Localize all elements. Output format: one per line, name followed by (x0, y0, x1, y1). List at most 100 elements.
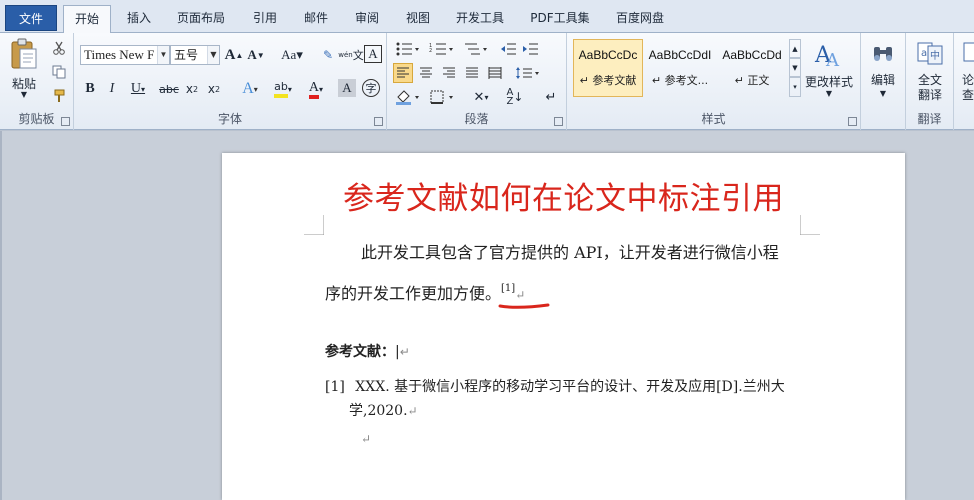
clipboard-group: 粘贴 ▼ 剪贴板 (0, 33, 74, 130)
tab-review[interactable]: 审阅 (345, 5, 389, 33)
distributed-icon[interactable] (485, 63, 505, 83)
tab-home[interactable]: 开始 (63, 5, 111, 34)
tab-view[interactable]: 视图 (396, 5, 440, 33)
align-left-icon[interactable] (393, 63, 413, 83)
cut-icon[interactable] (50, 39, 68, 57)
style-name: ↵ 参考文献 (579, 74, 637, 87)
increase-indent-icon[interactable] (521, 39, 541, 59)
translate-icon[interactable]: a中 (914, 39, 946, 67)
style-sample: AaBbCcDc (578, 48, 638, 62)
paragraph-group-label: 段落 (464, 112, 489, 126)
tab-insert[interactable]: 插入 (117, 5, 161, 33)
align-right-icon[interactable] (439, 63, 459, 83)
tab-file[interactable]: 文件 (5, 5, 57, 31)
format-painter-icon[interactable] (50, 87, 68, 105)
paragraph-mark-icon: ↵ (407, 404, 418, 418)
svg-text:中: 中 (930, 49, 940, 62)
tab-page-layout[interactable]: 页面布局 (170, 5, 232, 33)
strikethrough-icon[interactable]: abc (158, 79, 180, 99)
shrink-font-icon[interactable]: A ▼ (246, 45, 266, 65)
tab-references[interactable]: 引用 (243, 5, 287, 33)
show-formatting-marks-icon[interactable]: ↵ (541, 87, 561, 107)
font-color-icon[interactable]: A ▾ (302, 79, 330, 99)
body-paragraph-line2: 序的开发工作更加方便。[1]↵ (325, 271, 525, 313)
italic-icon[interactable]: I (102, 79, 122, 99)
paragraph-group: 12 ✕ ▾ A Z ↓ ↵ 段落 (387, 33, 567, 130)
grow-font-icon[interactable]: A ▲ (224, 45, 244, 65)
style-normal[interactable]: AaBbCcDd ↵ 正文 (717, 39, 787, 97)
paper-check-icon[interactable] (960, 39, 974, 67)
text-effects-icon[interactable]: A ▾ (236, 79, 264, 99)
bold-icon[interactable]: B (80, 79, 100, 99)
decrease-indent-icon[interactable] (499, 39, 519, 59)
paste-dropdown-icon[interactable]: ▼ (18, 90, 30, 99)
style-name: ↵ 参考文... (651, 74, 709, 87)
font-name-combo[interactable]: Times New F ▼ (80, 45, 170, 65)
edit-button[interactable]: 编辑 (865, 71, 901, 88)
style-sample: AaBbCcDd (722, 48, 782, 62)
change-case-icon[interactable]: Aa▾ (278, 45, 306, 65)
character-shading-icon[interactable]: A (338, 79, 356, 97)
full-translate-button-line2[interactable]: 翻译 (910, 86, 950, 103)
align-center-icon[interactable] (416, 63, 436, 83)
paste-icon[interactable] (6, 37, 42, 71)
styles-group: AaBbCcDc ↵ 参考文献 AaBbCcDdI ↵ 参考文... AaBbC… (567, 33, 861, 130)
highlight-icon[interactable]: ab ▾ (268, 79, 298, 99)
styles-launcher-icon[interactable] (848, 117, 857, 126)
document-page[interactable]: 参考文献如何在论文中标注引用 此开发工具包含了官方提供的 API，让开发者进行微… (222, 153, 905, 500)
change-styles-icon[interactable]: AA (813, 37, 845, 71)
translate-group-label: 翻译 (917, 112, 942, 126)
tab-mailings[interactable]: 邮件 (294, 5, 338, 33)
phonetic-guide-icon[interactable]: wén 文 (338, 45, 363, 65)
clear-formatting-icon[interactable]: ✎ (318, 45, 338, 65)
change-styles-button[interactable]: 更改样式 (803, 73, 855, 90)
borders-icon[interactable] (427, 87, 457, 107)
paragraph-mark-icon: ↵ (399, 345, 410, 359)
chinese-layout-icon[interactable]: ✕ ▾ (467, 87, 495, 107)
tab-baidu-netdisk[interactable]: 百度网盘 (607, 5, 673, 33)
bullets-icon[interactable] (393, 39, 423, 59)
styles-scroll-down-icon[interactable]: ▼ (789, 58, 801, 77)
character-border-icon[interactable]: A (364, 45, 382, 63)
tab-pdf-tools[interactable]: PDF工具集 (522, 5, 598, 33)
clipboard-launcher-icon[interactable] (61, 117, 70, 126)
style-name: ↵ 正文 (734, 74, 770, 87)
styles-scroll-up-icon[interactable]: ▲ (789, 39, 801, 58)
enclose-characters-icon[interactable]: 字 (362, 79, 380, 97)
numbering-icon[interactable]: 12 (427, 39, 457, 59)
chevron-down-icon[interactable]: ▼ (157, 46, 169, 64)
binoculars-icon[interactable] (869, 39, 897, 67)
style-reference-2[interactable]: AaBbCcDdI ↵ 参考文... (645, 39, 715, 97)
citation-superscript[interactable]: [1] (501, 283, 515, 294)
subscript-icon[interactable]: x2 (182, 79, 202, 99)
sort-icon[interactable]: A Z ↓ (505, 87, 525, 107)
paragraph-launcher-icon[interactable] (554, 117, 563, 126)
crop-mark-top-left (304, 215, 324, 235)
chevron-down-icon[interactable]: ▼ (877, 89, 889, 98)
multilevel-list-icon[interactable] (461, 39, 491, 59)
copy-icon[interactable] (50, 63, 68, 81)
shading-icon[interactable] (393, 87, 423, 107)
underline-icon[interactable]: U ▾ (124, 79, 152, 99)
reference-text-line1: XXX. 基于微信小程序的移动学习平台的设计、开发及应用[D].兰州大 (355, 379, 785, 395)
tab-developer[interactable]: 开发工具 (448, 5, 512, 33)
extra-group: 论 查 (954, 33, 974, 130)
extra-label-2: 查 (962, 88, 974, 102)
font-group: Times New F ▼ 五号 ▼ A ▲ A ▼ Aa▾ ✎ wén 文 A B … (74, 33, 387, 130)
crop-mark-top-right (800, 215, 820, 235)
chevron-down-icon[interactable]: ▼ (823, 89, 835, 98)
style-reference-list[interactable]: AaBbCcDc ↵ 参考文献 (573, 39, 643, 97)
reference-number: [1] (325, 379, 345, 395)
styles-group-label: 样式 (701, 112, 726, 126)
chevron-down-icon[interactable]: ▼ (207, 46, 219, 64)
font-name-value: Times New F (84, 47, 155, 62)
line-spacing-icon[interactable] (513, 63, 543, 83)
font-size-combo[interactable]: 五号 ▼ (170, 45, 220, 65)
justify-icon[interactable] (462, 63, 482, 83)
svg-text:a: a (921, 48, 927, 59)
reference-entry-1-line2: 学,2020.↵ (349, 399, 418, 423)
styles-more-icon[interactable]: ▾ (789, 77, 801, 97)
font-size-value: 五号 (174, 48, 199, 62)
superscript-icon[interactable]: x2 (204, 79, 224, 99)
font-launcher-icon[interactable] (374, 117, 383, 126)
